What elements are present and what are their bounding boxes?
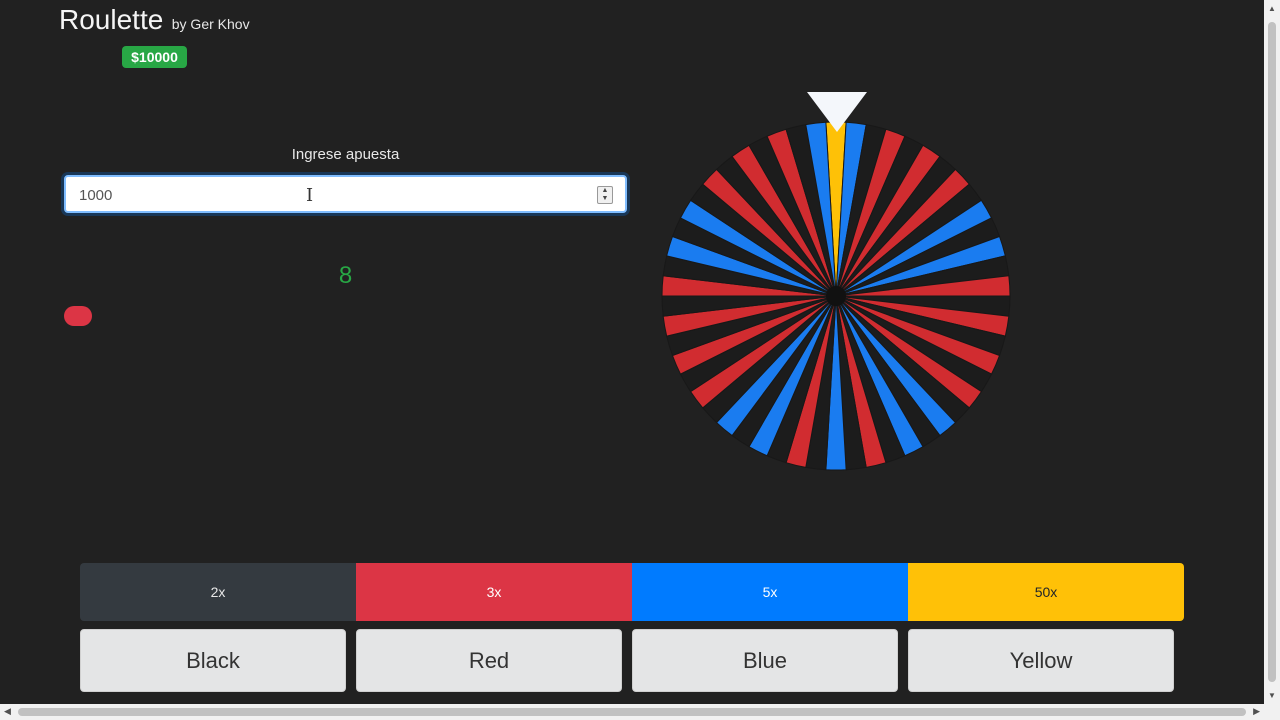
scroll-up-icon[interactable]: ▲: [1264, 4, 1280, 13]
balance-badge: $10000: [122, 46, 187, 68]
payout-bar: 2x 3x 5x 50x: [80, 563, 1184, 621]
bet-amount-input[interactable]: 1000 I ▲ ▼: [64, 175, 627, 213]
payout-red: 3x: [356, 563, 632, 621]
number-spinner[interactable]: ▲ ▼: [597, 186, 613, 204]
vertical-scroll-thumb[interactable]: [1268, 22, 1276, 682]
app-title: Roulette: [59, 4, 164, 35]
bet-blue-button[interactable]: Blue: [632, 629, 898, 692]
horizontal-scrollbar[interactable]: ◀ ▶: [0, 704, 1280, 720]
text-cursor-icon: I: [306, 185, 314, 206]
wheel-hub: [826, 286, 846, 306]
app-header: Roulette by Ger Khov: [59, 4, 250, 36]
bet-label: Ingrese apuesta: [291, 146, 400, 163]
result-color-pill: [64, 306, 92, 326]
bet-amount-value: 1000: [79, 187, 113, 204]
spin-down-icon[interactable]: ▼: [598, 195, 612, 202]
result-number: 8: [338, 262, 353, 289]
spin-up-icon[interactable]: ▲: [598, 187, 612, 194]
bet-black-button[interactable]: Black: [80, 629, 346, 692]
payout-blue: 5x: [632, 563, 908, 621]
scroll-left-icon[interactable]: ◀: [4, 706, 11, 717]
horizontal-scroll-thumb[interactable]: [18, 708, 1246, 716]
roulette-wheel: [661, 92, 1011, 471]
payout-black: 2x: [80, 563, 356, 621]
scroll-down-icon[interactable]: ▼: [1264, 691, 1280, 700]
bet-red-button[interactable]: Red: [356, 629, 622, 692]
payout-yellow: 50x: [908, 563, 1184, 621]
vertical-scrollbar[interactable]: ▲ ▼: [1264, 0, 1280, 704]
app-byline: by Ger Khov: [171, 16, 250, 32]
scroll-right-icon[interactable]: ▶: [1253, 706, 1260, 717]
bet-yellow-button[interactable]: Yellow: [908, 629, 1174, 692]
